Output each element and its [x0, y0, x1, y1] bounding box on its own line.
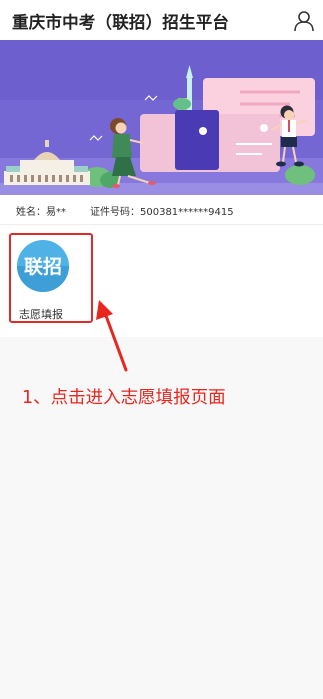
- student-id-number: 证件号码：500381******9415: [90, 207, 234, 218]
- lianzhao-icon: 联招: [17, 240, 69, 292]
- student-info: 姓名：易** 证件号码：500381******9415: [0, 195, 323, 224]
- banner-illustration: [0, 40, 323, 195]
- volunteer-application-label: 志愿填报: [19, 308, 63, 321]
- lianzhao-icon-text: 联招: [23, 256, 62, 278]
- instruction-annotation: 1、点击进入志愿填报页面: [22, 388, 226, 408]
- user-icon[interactable]: [293, 10, 315, 32]
- annotation-arrow-icon: [96, 300, 128, 372]
- header: 重庆市中考（联招）招生平台: [0, 0, 323, 40]
- divider: [0, 224, 323, 225]
- volunteer-application-button[interactable]: 联招 志愿填报: [9, 233, 93, 323]
- student-name: 姓名：易**: [16, 207, 66, 218]
- page-title: 重庆市中考（联招）招生平台: [12, 13, 230, 32]
